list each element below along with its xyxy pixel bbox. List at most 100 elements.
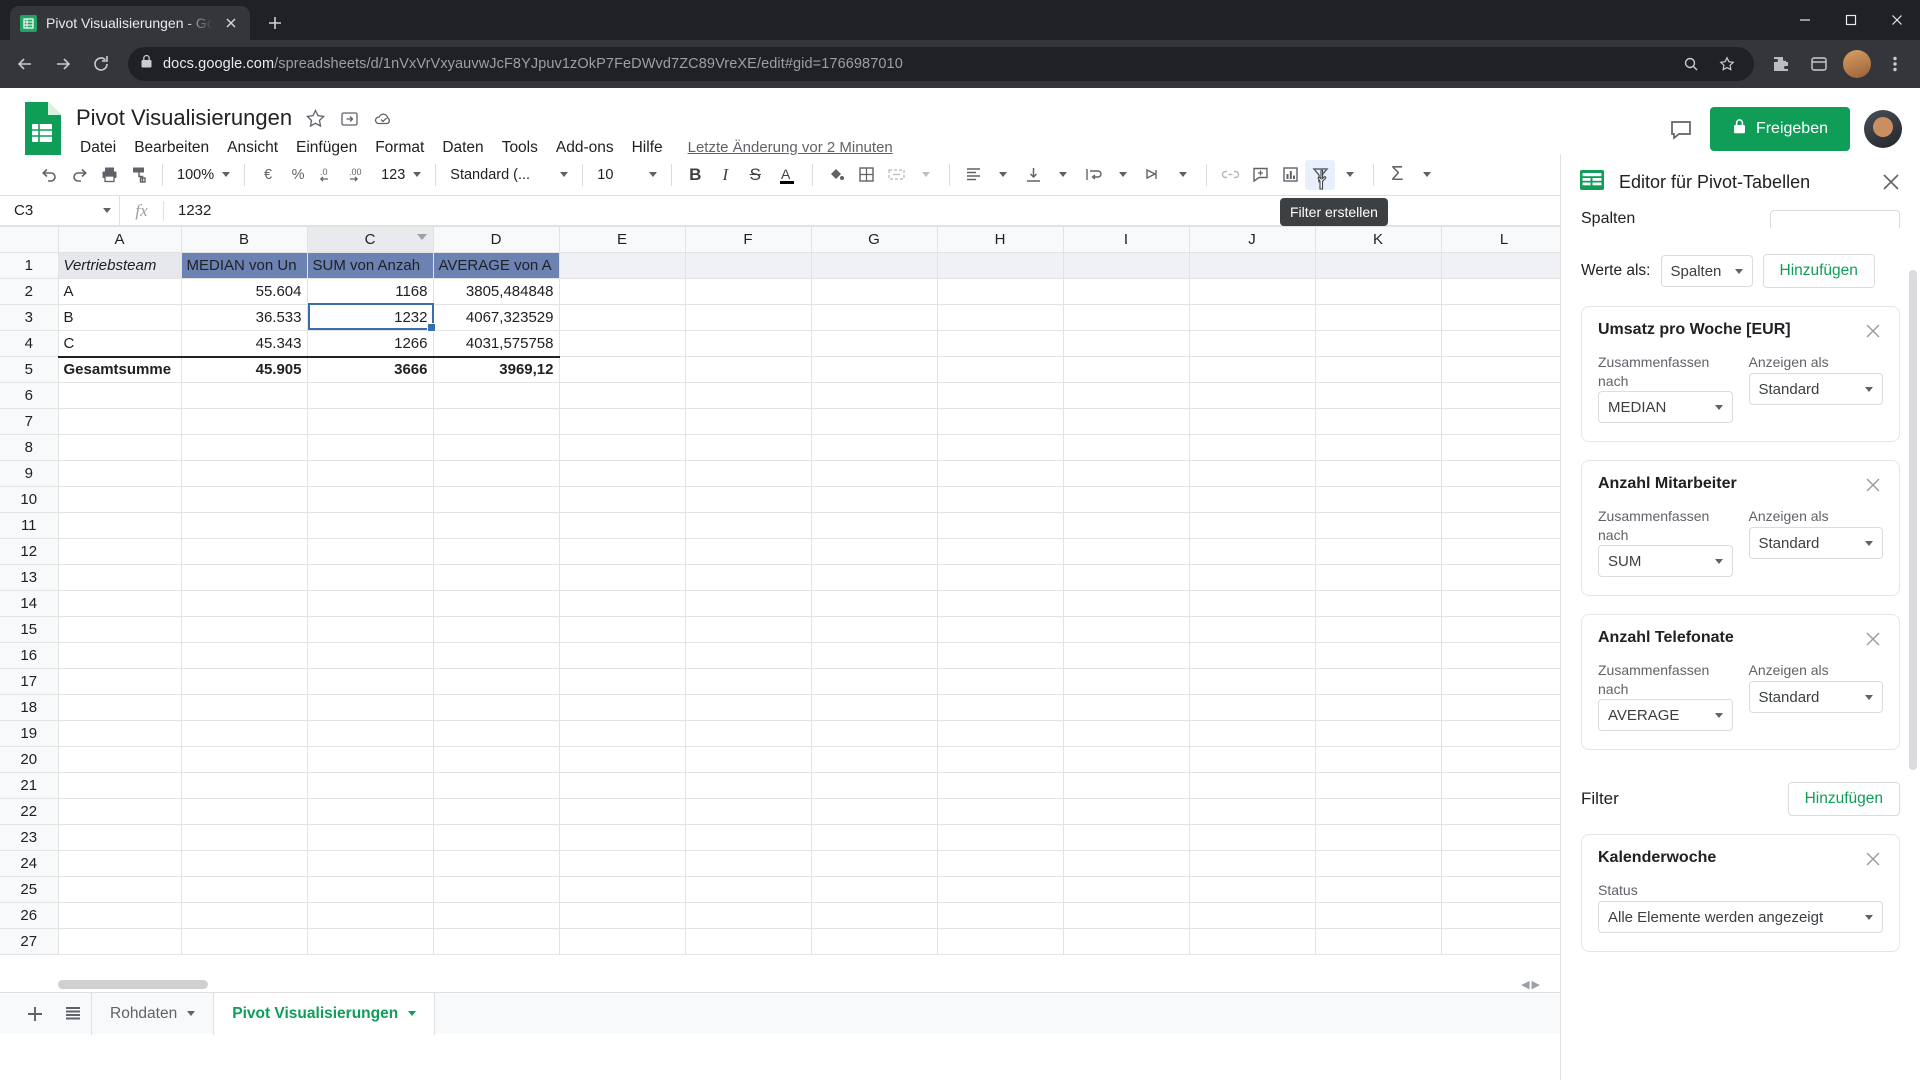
cell-j15[interactable] bbox=[1188, 616, 1316, 643]
cell-j1[interactable] bbox=[1188, 252, 1316, 279]
browser-tab[interactable]: Pivot Visualisierungen - Google T bbox=[10, 6, 250, 40]
filter-add-button[interactable]: Hinzufügen bbox=[1787, 782, 1900, 816]
cell-a1[interactable]: Vertriebsteam bbox=[57, 252, 182, 279]
paint-format-icon[interactable] bbox=[124, 160, 154, 190]
cell-h15[interactable] bbox=[936, 616, 1064, 643]
cell-j18[interactable] bbox=[1188, 694, 1316, 721]
cell-f16[interactable] bbox=[684, 642, 812, 669]
row-header-14[interactable]: 14 bbox=[0, 590, 59, 617]
cell-l12[interactable] bbox=[1440, 538, 1568, 565]
cell-a15[interactable] bbox=[57, 616, 182, 643]
cell-h6[interactable] bbox=[936, 382, 1064, 409]
cell-a20[interactable] bbox=[57, 746, 182, 773]
cell-b11[interactable] bbox=[180, 512, 308, 539]
cell-d16[interactable] bbox=[432, 642, 560, 669]
cell-i10[interactable] bbox=[1062, 486, 1190, 513]
cell-d21[interactable] bbox=[432, 772, 560, 799]
row-header-3[interactable]: 3 bbox=[0, 304, 59, 331]
cell-e8[interactable] bbox=[558, 434, 686, 461]
zoom-icon[interactable] bbox=[1674, 47, 1708, 81]
cell-g18[interactable] bbox=[810, 694, 938, 721]
row-header-8[interactable]: 8 bbox=[0, 434, 59, 461]
cell-g9[interactable] bbox=[810, 460, 938, 487]
minimize-icon[interactable] bbox=[1782, 0, 1828, 40]
cell-l6[interactable] bbox=[1440, 382, 1568, 409]
cell-e26[interactable] bbox=[558, 902, 686, 929]
insert-comment-icon[interactable] bbox=[1245, 160, 1275, 190]
cell-i24[interactable] bbox=[1062, 850, 1190, 877]
more-vert-icon[interactable] bbox=[1878, 47, 1912, 81]
text-wrap-icon[interactable] bbox=[1078, 160, 1108, 190]
cell-f21[interactable] bbox=[684, 772, 812, 799]
cell-g2[interactable] bbox=[810, 278, 938, 305]
cell-i1[interactable] bbox=[1062, 252, 1190, 279]
cell-j22[interactable] bbox=[1188, 798, 1316, 825]
cell-j7[interactable] bbox=[1188, 408, 1316, 435]
cell-d4[interactable]: 4031,575758 bbox=[432, 330, 560, 357]
cell-k13[interactable] bbox=[1314, 564, 1442, 591]
display-as-select[interactable]: Standard bbox=[1748, 373, 1883, 405]
increase-decimal-icon[interactable]: .00 bbox=[343, 160, 375, 190]
cell-j11[interactable] bbox=[1188, 512, 1316, 539]
cell-j20[interactable] bbox=[1188, 746, 1316, 773]
cell-h21[interactable] bbox=[936, 772, 1064, 799]
cell-b3[interactable]: 36.533 bbox=[180, 304, 308, 331]
cell-a18[interactable] bbox=[57, 694, 182, 721]
back-arrow-icon[interactable] bbox=[8, 47, 42, 81]
close-icon[interactable] bbox=[222, 14, 240, 32]
cell-l7[interactable] bbox=[1440, 408, 1568, 435]
cell-a9[interactable] bbox=[57, 460, 182, 487]
cell-i7[interactable] bbox=[1062, 408, 1190, 435]
cell-e16[interactable] bbox=[558, 642, 686, 669]
column-header-j[interactable]: J bbox=[1188, 226, 1316, 253]
cell-b1[interactable]: MEDIAN von Un bbox=[180, 252, 308, 279]
cell-k22[interactable] bbox=[1314, 798, 1442, 825]
cell-e1[interactable] bbox=[558, 252, 686, 279]
row-header-22[interactable]: 22 bbox=[0, 798, 59, 825]
row-header-11[interactable]: 11 bbox=[0, 512, 59, 539]
cell-b27[interactable] bbox=[180, 928, 308, 955]
filter-dropdown[interactable] bbox=[1335, 160, 1365, 190]
cell-f12[interactable] bbox=[684, 538, 812, 565]
row-header-20[interactable]: 20 bbox=[0, 746, 59, 773]
reload-icon[interactable] bbox=[84, 47, 118, 81]
cell-h3[interactable] bbox=[936, 304, 1064, 331]
cell-e25[interactable] bbox=[558, 876, 686, 903]
column-header-i[interactable]: I bbox=[1062, 226, 1190, 253]
cell-c8[interactable] bbox=[306, 434, 434, 461]
vertical-align-dropdown[interactable] bbox=[1048, 160, 1078, 190]
select-all-corner[interactable] bbox=[0, 226, 59, 253]
maximize-icon[interactable] bbox=[1828, 0, 1874, 40]
cell-d11[interactable] bbox=[432, 512, 560, 539]
cell-i27[interactable] bbox=[1062, 928, 1190, 955]
cell-l25[interactable] bbox=[1440, 876, 1568, 903]
cell-g17[interactable] bbox=[810, 668, 938, 695]
currency-euro-icon[interactable]: € bbox=[253, 160, 283, 190]
cell-k11[interactable] bbox=[1314, 512, 1442, 539]
cell-a6[interactable] bbox=[57, 382, 182, 409]
cell-a25[interactable] bbox=[57, 876, 182, 903]
cell-f15[interactable] bbox=[684, 616, 812, 643]
cell-l14[interactable] bbox=[1440, 590, 1568, 617]
cell-f5[interactable] bbox=[684, 356, 812, 383]
row-header-7[interactable]: 7 bbox=[0, 408, 59, 435]
cell-g8[interactable] bbox=[810, 434, 938, 461]
cell-a2[interactable]: A bbox=[57, 278, 182, 305]
cell-g4[interactable] bbox=[810, 330, 938, 357]
cell-b16[interactable] bbox=[180, 642, 308, 669]
cell-c3[interactable]: 1232 bbox=[306, 304, 434, 331]
cell-b21[interactable] bbox=[180, 772, 308, 799]
cell-h18[interactable] bbox=[936, 694, 1064, 721]
cell-k1[interactable] bbox=[1314, 252, 1442, 279]
cell-e21[interactable] bbox=[558, 772, 686, 799]
cell-l23[interactable] bbox=[1440, 824, 1568, 851]
cell-i3[interactable] bbox=[1062, 304, 1190, 331]
share-button[interactable]: Freigeben bbox=[1709, 107, 1850, 151]
cell-h1[interactable] bbox=[936, 252, 1064, 279]
row-header-23[interactable]: 23 bbox=[0, 824, 59, 851]
cell-g3[interactable] bbox=[810, 304, 938, 331]
cell-c26[interactable] bbox=[306, 902, 434, 929]
cell-e15[interactable] bbox=[558, 616, 686, 643]
cell-b14[interactable] bbox=[180, 590, 308, 617]
cell-f9[interactable] bbox=[684, 460, 812, 487]
